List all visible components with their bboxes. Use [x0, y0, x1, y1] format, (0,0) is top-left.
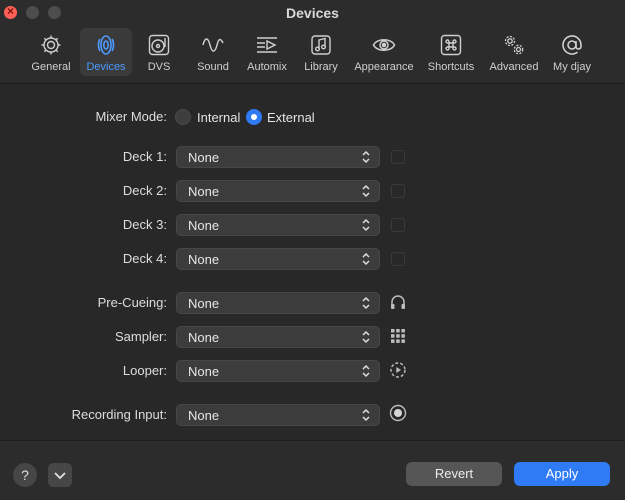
gears-icon [486, 31, 542, 61]
deck-3-value: None [188, 218, 220, 233]
updown-chevron-icon [362, 184, 370, 198]
looper-icon [390, 362, 406, 378]
disclosure-button[interactable] [48, 463, 72, 487]
tab-appearance-label: Appearance [354, 61, 414, 73]
record-icon [389, 404, 407, 422]
deck-1-indicator [391, 150, 405, 164]
updown-chevron-icon [362, 364, 370, 378]
tab-advanced-label: Advanced [489, 61, 539, 73]
deck-1-value: None [188, 150, 220, 165]
tab-sound-label: Sound [197, 61, 229, 73]
deck-3-indicator [391, 218, 405, 232]
automix-icon [243, 31, 291, 61]
pre-cueing-value: None [188, 296, 220, 311]
tab-general[interactable]: General [29, 28, 73, 76]
deck-4-label: Deck 4: [122, 251, 167, 266]
deck-3-select[interactable]: None [176, 214, 380, 236]
tab-shortcuts[interactable]: Shortcuts [424, 28, 478, 76]
tab-my-djay[interactable]: My djay [550, 28, 594, 76]
eye-icon [352, 31, 416, 61]
headphones-icon [391, 295, 405, 309]
chevron-down-icon [54, 472, 66, 480]
mixer-mode-internal-radio[interactable] [175, 109, 191, 125]
deck-2-label: Deck 2: [122, 183, 167, 198]
mixer-mode-internal-label[interactable]: Internal [197, 110, 240, 125]
updown-chevron-icon [362, 218, 370, 232]
preferences-window: Devices General Devices DVS [0, 0, 625, 500]
gear-icon [29, 31, 73, 61]
sampler-label: Sampler: [114, 329, 167, 344]
apply-button[interactable]: Apply [514, 462, 610, 486]
tab-appearance[interactable]: Appearance [352, 28, 416, 76]
deck-3-label: Deck 3: [122, 217, 167, 232]
updown-chevron-icon [362, 408, 370, 422]
revert-button[interactable]: Revert [406, 462, 502, 486]
tab-my-djay-label: My djay [553, 61, 591, 73]
tab-library[interactable]: Library [300, 28, 342, 76]
window-title: Devices [286, 5, 339, 21]
sampler-select[interactable]: None [176, 326, 380, 348]
tab-general-label: General [31, 61, 71, 73]
recording-input-value: None [188, 408, 220, 423]
pre-cueing-label: Pre-Cueing: [97, 295, 167, 310]
at-sign-icon [550, 31, 594, 61]
pre-cueing-select[interactable]: None [176, 292, 380, 314]
tab-dvs[interactable]: DVS [142, 28, 176, 76]
recording-input-label: Recording Input: [71, 407, 167, 422]
tab-sound[interactable]: Sound [192, 28, 234, 76]
music-note-icon [300, 31, 342, 61]
grid-icon [391, 329, 405, 343]
deck-1-label: Deck 1: [122, 149, 167, 164]
tab-automix-label: Automix [247, 61, 287, 73]
command-key-icon [424, 31, 478, 61]
preferences-toolbar: General Devices DVS Sound Automix Librar… [0, 28, 625, 78]
deck-4-value: None [188, 252, 220, 267]
tab-library-label: Library [304, 61, 338, 73]
tab-dvs-label: DVS [147, 61, 171, 73]
devices-pane: Mixer Mode: Internal External Deck 1: No… [0, 84, 625, 440]
sine-wave-icon [192, 31, 234, 61]
looper-select[interactable]: None [176, 360, 380, 382]
tab-shortcuts-label: Shortcuts [427, 61, 475, 73]
deck-2-select[interactable]: None [176, 180, 380, 202]
deck-4-select[interactable]: None [176, 248, 380, 270]
sampler-value: None [188, 330, 220, 345]
speaker-icon [80, 31, 132, 61]
deck-1-select[interactable]: None [176, 146, 380, 168]
tab-devices[interactable]: Devices [80, 28, 132, 76]
updown-chevron-icon [362, 252, 370, 266]
footer-bar: ? Revert Apply [0, 440, 625, 500]
deck-4-indicator [391, 252, 405, 266]
tab-automix[interactable]: Automix [243, 28, 291, 76]
looper-label: Looper: [122, 363, 167, 378]
deck-2-indicator [391, 184, 405, 198]
looper-value: None [188, 364, 220, 379]
recording-input-select[interactable]: None [176, 404, 380, 426]
tab-advanced[interactable]: Advanced [486, 28, 542, 76]
title-bar: Devices General Devices DVS [0, 0, 625, 84]
help-button[interactable]: ? [13, 463, 37, 487]
updown-chevron-icon [362, 296, 370, 310]
mixer-mode-label: Mixer Mode: [95, 109, 167, 124]
turntable-icon [142, 31, 176, 61]
updown-chevron-icon [362, 150, 370, 164]
deck-2-value: None [188, 184, 220, 199]
mixer-mode-external-radio[interactable] [246, 109, 262, 125]
mixer-mode-external-label[interactable]: External [267, 110, 315, 125]
updown-chevron-icon [362, 330, 370, 344]
tab-devices-label: Devices [86, 61, 126, 73]
